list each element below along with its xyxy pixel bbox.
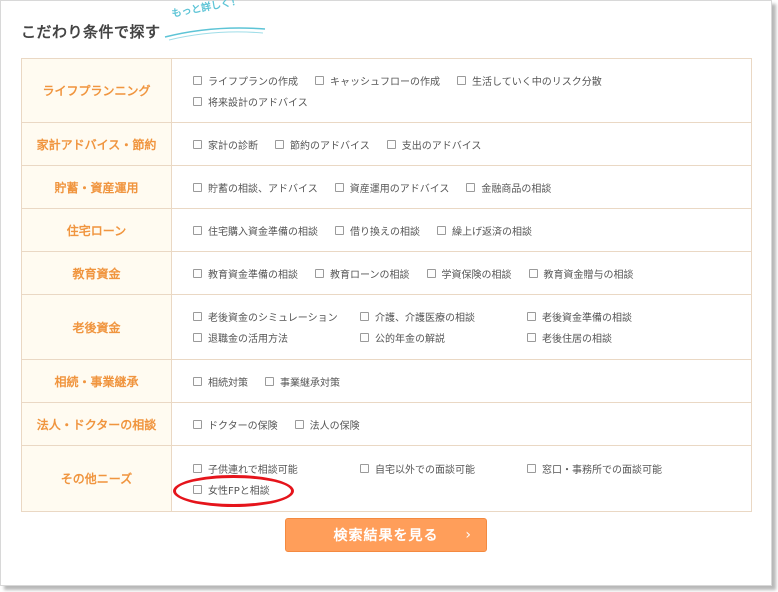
checkbox-icon — [466, 182, 476, 192]
category-label: 老後資金 — [21, 294, 172, 360]
checkbox-icon — [527, 463, 536, 473]
option-checkbox[interactable]: 生活していく中のリスク分散 — [457, 73, 602, 88]
criteria-row-other-needs: その他ニーズ 子供連れで相談可能 自宅以外での面談可能 窓口・事務所での面談可能… — [21, 445, 752, 512]
criteria-table: ライフプランニング ライフプランの作成 キャッシュフローの作成 生活していく中の… — [21, 58, 752, 512]
criteria-row-education: 教育資金 教育資金準備の相談 教育ローンの相談 学資保険の相談 教育資金贈与の相… — [21, 251, 752, 295]
options-cell: ドクターの保険 法人の保険 — [171, 402, 752, 446]
checkbox-icon — [335, 225, 344, 235]
options-cell: 老後資金のシミュレーション 介護、介護医療の相談 老後資金準備の相談 退職金の活… — [171, 294, 752, 360]
checkbox-icon — [527, 333, 536, 342]
criteria-row-housing-loan: 住宅ローン 住宅購入資金準備の相談 借り換えの相談 繰上げ返済の相談 — [21, 208, 752, 252]
category-label: 教育資金 — [21, 251, 172, 295]
checkbox-icon — [193, 268, 202, 278]
checkbox-icon — [193, 225, 202, 235]
checkbox-icon — [360, 312, 369, 321]
search-button-label: 検索結果を見る — [333, 528, 439, 544]
option-checkbox[interactable]: ドクターの保険 — [193, 417, 278, 432]
criteria-row-life-planning: ライフプランニング ライフプランの作成 キャッシュフローの作成 生活していく中の… — [21, 58, 752, 123]
checkbox-icon — [193, 139, 202, 149]
option-checkbox[interactable]: 子供連れで相談可能 — [193, 461, 360, 476]
category-label: 住宅ローン — [21, 208, 172, 252]
checkbox-icon — [193, 75, 202, 85]
option-checkbox[interactable]: 繰上げ返済の相談 — [437, 223, 532, 238]
option-checkbox[interactable]: 老後資金のシミュレーション — [193, 309, 360, 324]
checkbox-icon — [334, 182, 344, 192]
checkbox-icon — [360, 333, 369, 342]
checkbox-icon — [193, 484, 202, 494]
option-checkbox[interactable]: キャッシュフローの作成 — [315, 73, 440, 88]
tag-swoosh-icon — [164, 27, 266, 41]
more-details-tag: もっと詳しく！ — [170, 0, 242, 21]
category-label: 相続・事業継承 — [21, 359, 172, 403]
option-checkbox[interactable]: ライフプランの作成 — [193, 73, 298, 88]
option-checkbox[interactable]: 借り換えの相談 — [335, 223, 420, 238]
checkbox-icon — [315, 268, 324, 278]
section-title: こだわり条件で探す — [21, 23, 161, 41]
option-checkbox[interactable]: 住宅購入資金準備の相談 — [193, 223, 318, 238]
search-results-button[interactable]: 検索結果を見る › — [285, 518, 487, 552]
option-checkbox[interactable]: 介護、介護医療の相談 — [360, 309, 527, 324]
option-checkbox[interactable]: 事業継承対策 — [265, 374, 340, 389]
options-cell: 相続対策 事業継承対策 — [171, 359, 752, 403]
category-label: 法人・ドクターの相談 — [21, 402, 172, 446]
option-checkbox[interactable]: 相続対策 — [193, 374, 248, 389]
checkbox-icon — [457, 75, 466, 85]
checkbox-icon — [193, 312, 202, 321]
option-checkbox[interactable]: 法人の保険 — [294, 417, 360, 432]
criteria-row-corporate-doctor: 法人・ドクターの相談 ドクターの保険 法人の保険 — [21, 402, 752, 446]
option-checkbox[interactable]: 教育ローンの相談 — [315, 266, 410, 281]
category-label: その他ニーズ — [21, 445, 172, 512]
option-checkbox[interactable]: 貯蓄の相談、アドバイス — [193, 180, 318, 195]
category-label: 家計アドバイス・節約 — [21, 122, 172, 166]
option-checkbox[interactable]: 資産運用のアドバイス — [334, 180, 449, 195]
checkbox-icon — [528, 268, 538, 278]
checkbox-icon — [265, 376, 274, 386]
option-checkbox-female-fp[interactable]: 女性FPと相談 — [193, 482, 270, 497]
criteria-row-savings: 貯蓄・資産運用 貯蓄の相談、アドバイス 資産運用のアドバイス 金融商品の相談 — [21, 165, 752, 209]
checkbox-icon — [193, 376, 202, 386]
chevron-right-icon: › — [465, 527, 472, 543]
option-checkbox[interactable]: 老後資金準備の相談 — [527, 309, 632, 324]
criteria-row-household: 家計アドバイス・節約 家計の診断 節約のアドバイス 支出のアドバイス — [21, 122, 752, 166]
checkbox-icon — [360, 463, 369, 473]
option-checkbox[interactable]: 将来設計のアドバイス — [193, 94, 308, 109]
checkbox-icon — [527, 312, 536, 321]
checkbox-icon — [275, 139, 284, 149]
checkbox-icon — [315, 75, 324, 85]
section-heading: こだわり条件で探す — [21, 21, 161, 42]
criteria-row-retirement: 老後資金 老後資金のシミュレーション 介護、介護医療の相談 老後資金準備の相談 … — [21, 294, 752, 360]
option-checkbox[interactable]: 窓口・事務所での面談可能 — [527, 461, 662, 476]
options-cell: 教育資金準備の相談 教育ローンの相談 学資保険の相談 教育資金贈与の相談 — [171, 251, 752, 295]
category-label: ライフプランニング — [21, 58, 172, 123]
option-checkbox[interactable]: 教育資金準備の相談 — [193, 266, 298, 281]
checkbox-icon — [193, 96, 202, 106]
checkbox-icon — [193, 419, 202, 429]
option-checkbox[interactable]: 家計の診断 — [193, 137, 258, 152]
checkbox-icon — [426, 268, 436, 278]
options-cell: 貯蓄の相談、アドバイス 資産運用のアドバイス 金融商品の相談 — [171, 165, 752, 209]
checkbox-icon — [294, 419, 304, 429]
search-panel: こだわり条件で探す もっと詳しく！ ライフプランニング ライフプランの作成 キャ… — [0, 0, 772, 586]
option-checkbox[interactable]: 学資保険の相談 — [426, 266, 512, 281]
criteria-row-inheritance: 相続・事業継承 相続対策 事業継承対策 — [21, 359, 752, 403]
option-checkbox[interactable]: 自宅以外での面談可能 — [360, 461, 527, 476]
options-cell: 住宅購入資金準備の相談 借り換えの相談 繰上げ返済の相談 — [171, 208, 752, 252]
checkbox-icon — [193, 333, 202, 342]
options-cell: 子供連れで相談可能 自宅以外での面談可能 窓口・事務所での面談可能 女性FPと相… — [171, 445, 752, 512]
option-checkbox[interactable]: 金融商品の相談 — [466, 180, 551, 195]
options-cell: 家計の診断 節約のアドバイス 支出のアドバイス — [171, 122, 752, 166]
checkbox-icon — [193, 463, 202, 473]
option-checkbox[interactable]: 老後住居の相談 — [527, 330, 612, 345]
checkbox-icon — [386, 139, 396, 149]
option-checkbox[interactable]: 退職金の活用方法 — [193, 330, 360, 345]
option-checkbox[interactable]: 節約のアドバイス — [275, 137, 370, 152]
checkbox-icon — [193, 182, 202, 192]
checkbox-icon — [437, 225, 446, 235]
option-checkbox[interactable]: 公的年金の解説 — [360, 330, 527, 345]
option-checkbox[interactable]: 支出のアドバイス — [386, 137, 481, 152]
options-cell: ライフプランの作成 キャッシュフローの作成 生活していく中のリスク分散 将来設計… — [171, 58, 752, 123]
option-checkbox[interactable]: 教育資金贈与の相談 — [528, 266, 634, 281]
category-label: 貯蓄・資産運用 — [21, 165, 172, 209]
